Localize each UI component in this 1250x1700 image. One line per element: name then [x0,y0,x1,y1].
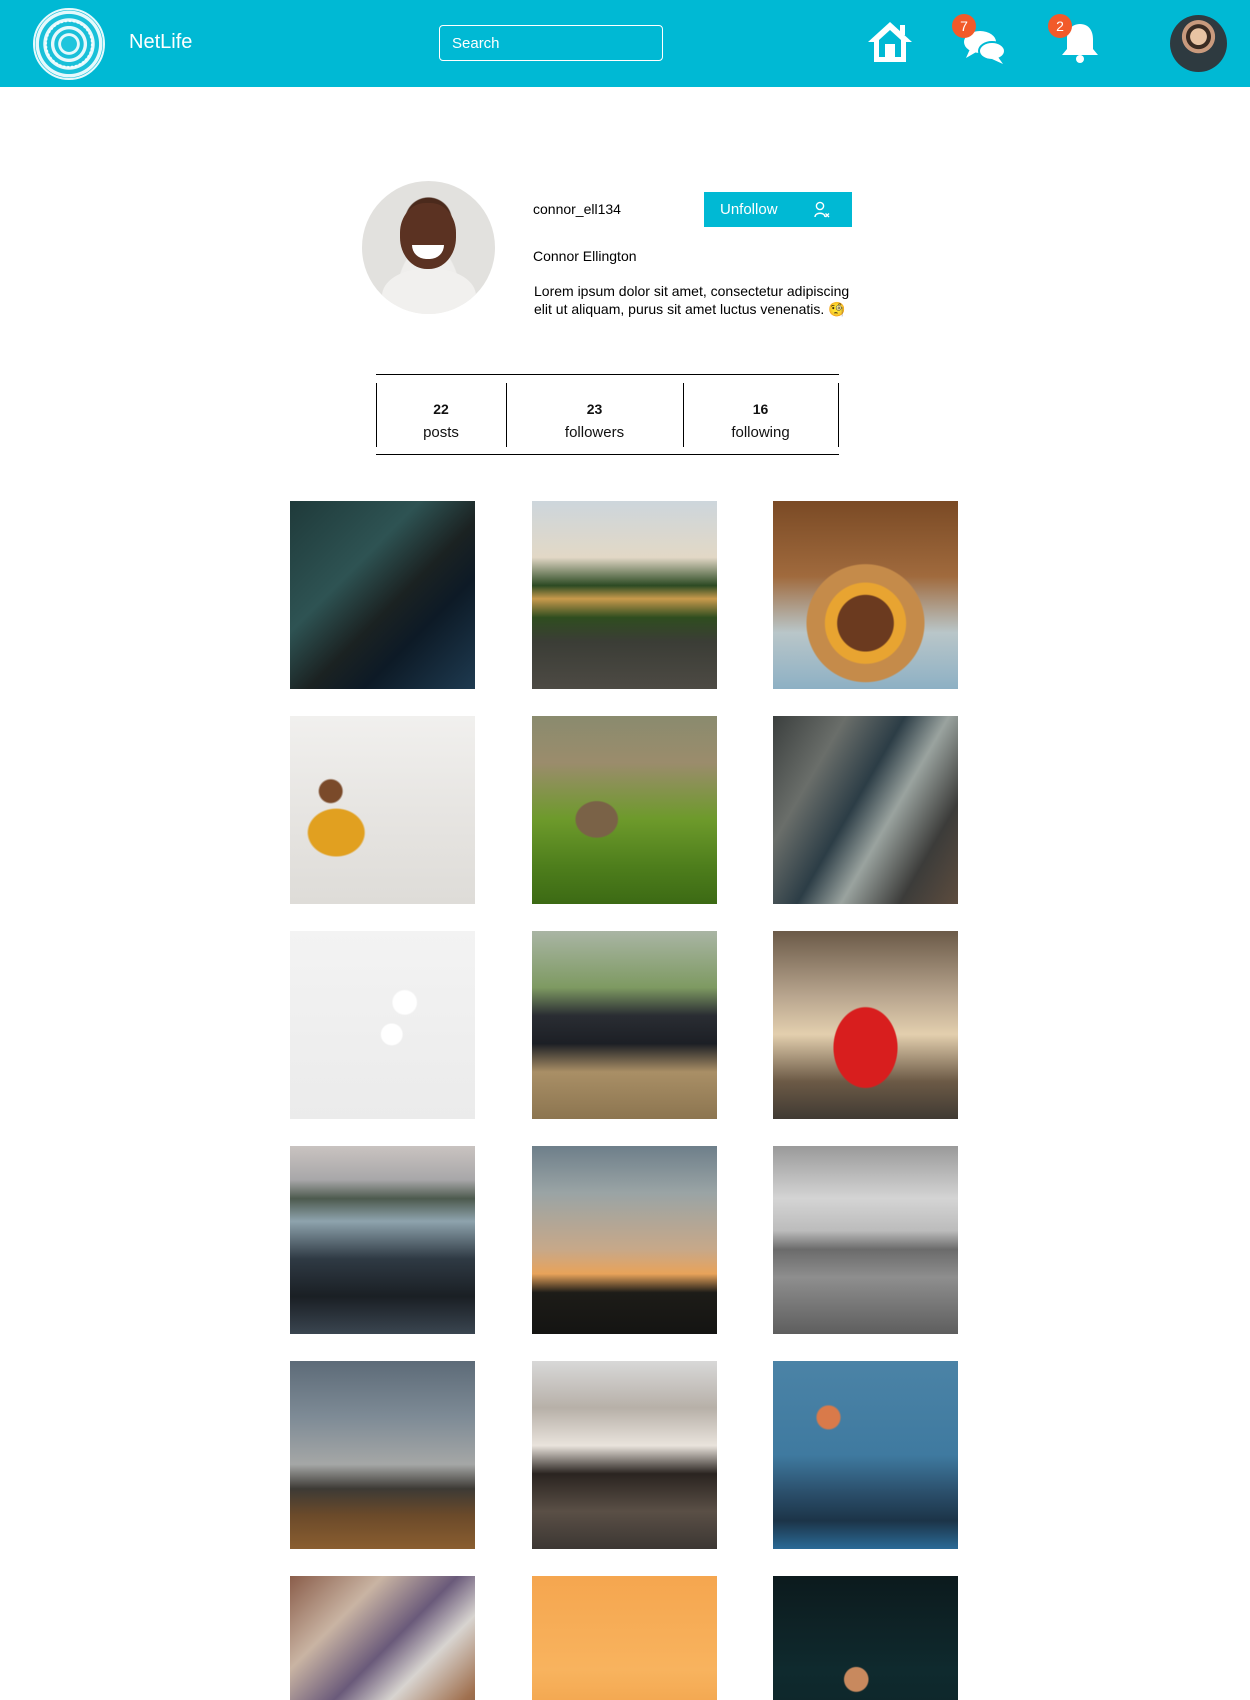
remove-user-icon [814,201,830,218]
messages-badge: 7 [952,14,976,38]
stat-following-value: 16 [752,401,769,417]
post-thumbnail-tudor-house[interactable] [532,1361,717,1549]
stat-following-label: following [731,424,790,441]
post-thumbnail-bird-in-grass[interactable] [532,716,717,904]
stat-posts-value: 22 [433,401,449,417]
post-thumbnail-earphones[interactable] [290,931,475,1119]
post-thumbnail-rocky-shore[interactable] [290,1146,475,1334]
app-name[interactable]: NetLife [129,31,192,54]
post-thumbnail-car-dashboard[interactable] [290,501,475,689]
stat-followers-value: 23 [586,401,603,417]
post-thumbnail-phone-on-table[interactable] [532,931,717,1119]
post-thumbnail-hills-with-moon[interactable] [290,1361,475,1549]
current-user-avatar[interactable] [1170,15,1227,72]
profile-full-name: Connor Ellington [533,248,637,264]
post-thumbnail-sunset-trees[interactable] [532,1146,717,1334]
post-thumbnail-red-sports-car[interactable] [773,931,958,1119]
post-thumbnail-tea-set[interactable] [290,1576,475,1700]
profile-bio: Lorem ipsum dolor sit amet, consectetur … [534,283,850,317]
post-thumbnail-ocean-sunset[interactable] [532,1576,717,1700]
post-thumbnail-countryside-field[interactable] [532,501,717,689]
stat-posts[interactable]: 22 posts [376,383,506,447]
unfollow-button[interactable]: Unfollow [704,192,852,227]
post-thumbnail-swimmer[interactable] [773,1576,958,1700]
post-thumbnail-burger[interactable] [773,501,958,689]
profile-username: connor_ell134 [533,201,621,217]
unfollow-label: Unfollow [720,201,778,218]
notifications-bell-icon[interactable]: 2 [1048,14,1106,68]
post-thumbnail-city-skyline-moon[interactable] [773,1361,958,1549]
stat-followers[interactable]: 23 followers [506,383,683,447]
profile-stats: 22 posts 23 followers 16 following [376,374,839,455]
netlife-logo-icon[interactable] [33,8,105,80]
post-thumbnail-grey-field[interactable] [773,1146,958,1334]
stat-posts-label: posts [423,424,459,441]
stat-following[interactable]: 16 following [683,383,838,447]
profile-avatar [362,181,495,314]
notifications-badge: 2 [1048,14,1072,38]
stat-followers-label: followers [564,424,625,441]
home-icon[interactable] [864,16,916,68]
messages-icon[interactable]: 7 [952,14,1010,68]
top-navbar: NetLife 7 2 [0,0,1250,87]
post-thumbnail-city-skyscrapers[interactable] [773,716,958,904]
search-input[interactable] [439,25,663,61]
post-thumbnail-boy-on-slope[interactable] [290,716,475,904]
